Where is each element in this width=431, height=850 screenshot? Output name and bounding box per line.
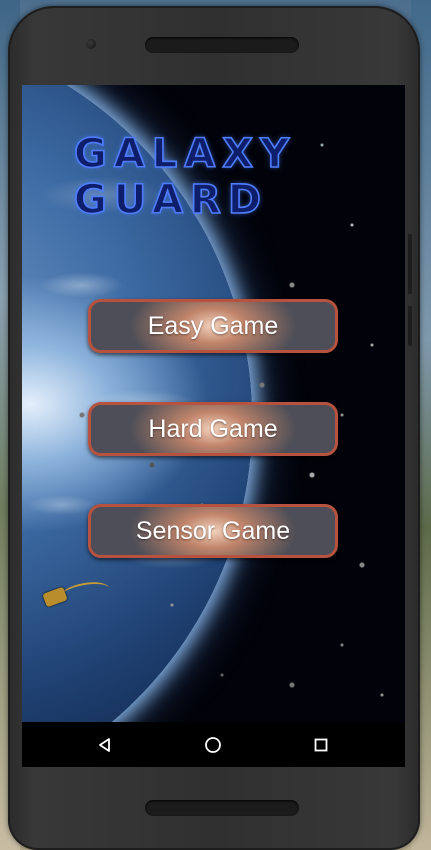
top-speaker-grille <box>145 37 299 53</box>
bottom-speaker-grille <box>145 800 299 816</box>
back-triangle-icon <box>99 737 110 752</box>
recents-button[interactable] <box>291 722 351 767</box>
front-camera <box>86 39 96 49</box>
back-button[interactable] <box>75 722 135 767</box>
phone-screen: GALAXY GUARD Easy Game Hard Game Sensor … <box>22 85 405 767</box>
recents-square-icon <box>314 738 328 751</box>
volume-button <box>408 306 412 346</box>
game-title: GALAXY GUARD <box>73 130 297 224</box>
home-button[interactable] <box>183 722 243 767</box>
navigation-bar <box>22 722 405 767</box>
hard-game-button[interactable]: Hard Game <box>88 402 338 456</box>
easy-game-button[interactable]: Easy Game <box>88 299 338 353</box>
power-button <box>408 234 412 294</box>
home-circle-icon <box>205 736 221 753</box>
space-background: GALAXY GUARD Easy Game Hard Game Sensor … <box>22 85 405 722</box>
sensor-game-button[interactable]: Sensor Game <box>88 504 338 558</box>
